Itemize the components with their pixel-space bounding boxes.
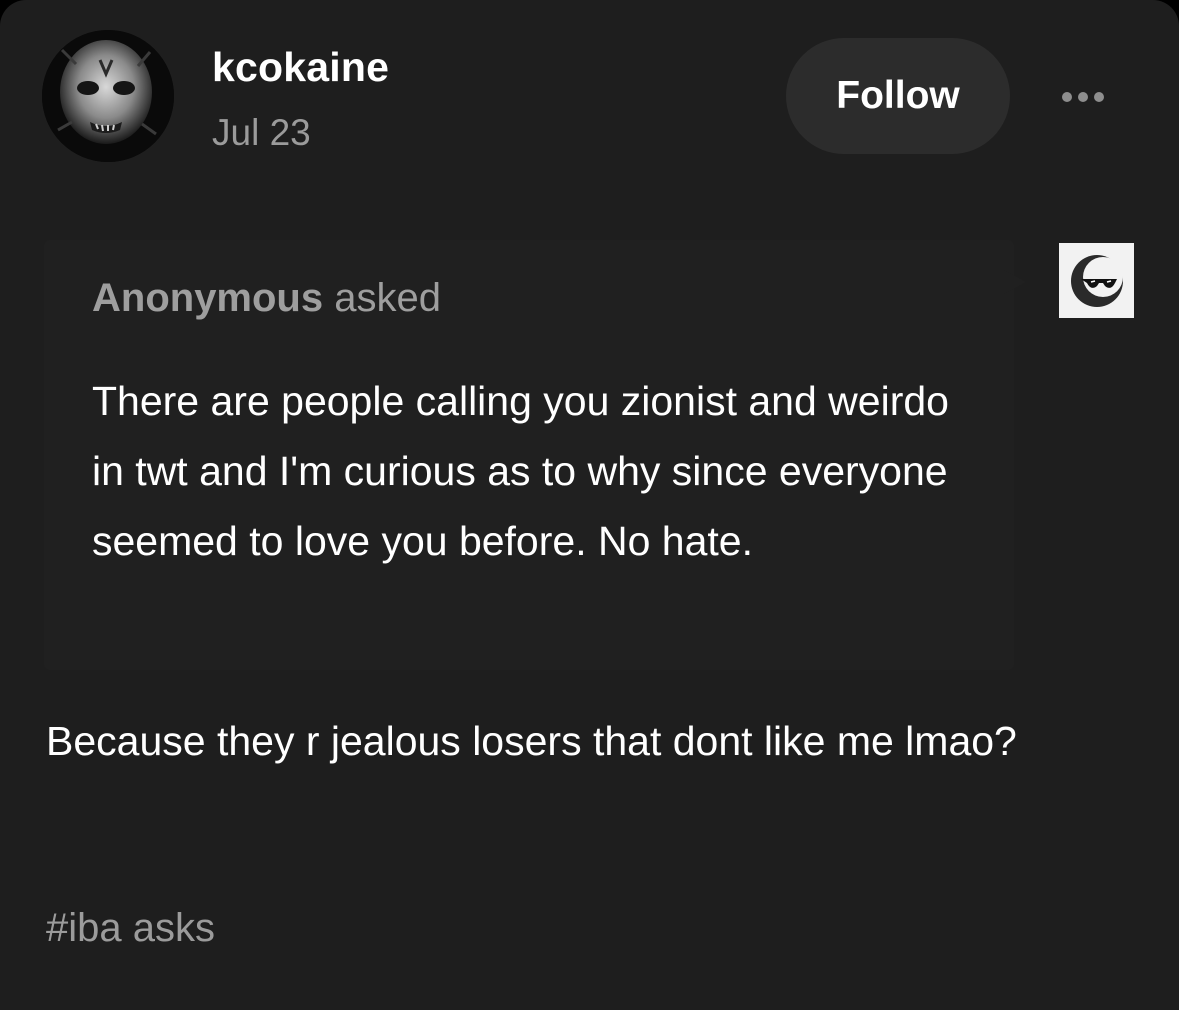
tag-link[interactable]: #iba asks xyxy=(46,906,215,951)
asker-name: Anonymous xyxy=(92,276,324,320)
dot xyxy=(1094,92,1104,102)
user-avatar[interactable] xyxy=(42,30,174,162)
anonymous-avatar-graphic xyxy=(1070,254,1123,307)
post-date[interactable]: Jul 23 xyxy=(212,112,311,154)
answer-text: Because they r jealous losers that dont … xyxy=(46,718,1017,764)
asked-label: asked xyxy=(334,276,441,320)
avatar-image xyxy=(42,30,174,162)
question-text: There are people calling you zionist and… xyxy=(92,378,949,564)
dot xyxy=(1062,92,1072,102)
username[interactable]: kcokaine xyxy=(212,44,389,91)
ask-bubble-tail xyxy=(1004,270,1026,294)
follow-button[interactable]: Follow xyxy=(786,38,1010,154)
post-card: kcokaine Jul 23 Follow Anonymous asked T… xyxy=(0,0,1179,1010)
anonymous-sunglasses-icon xyxy=(1059,243,1134,318)
asker-line: Anonymous asked xyxy=(92,276,441,321)
dot xyxy=(1078,92,1088,102)
ellipsis-icon[interactable] xyxy=(1048,80,1118,114)
